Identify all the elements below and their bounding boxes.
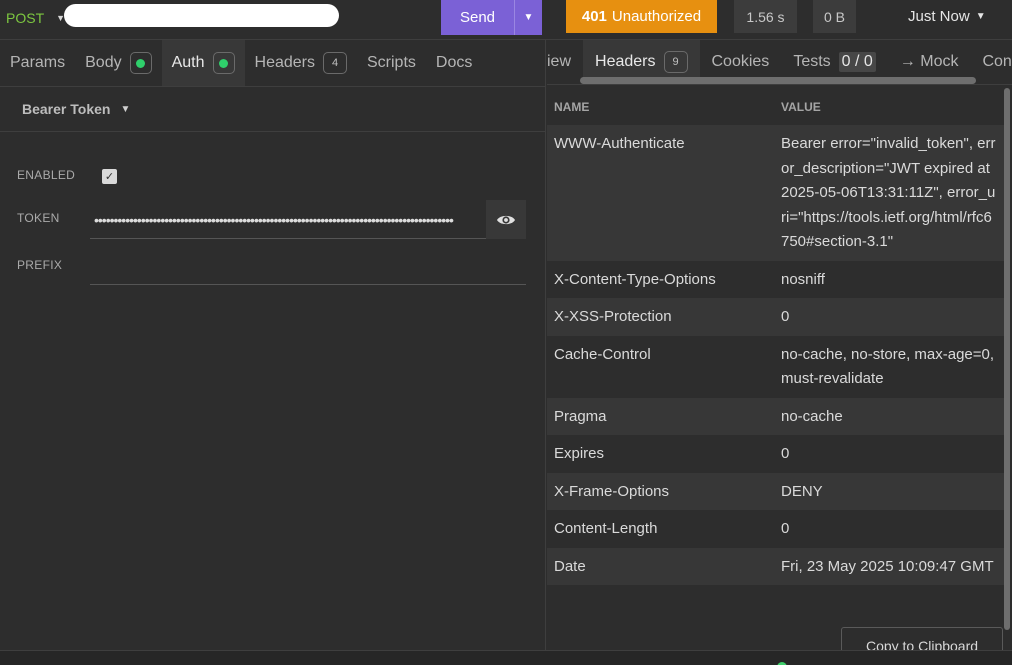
response-time-badge: 1.56 s [734, 0, 797, 33]
table-row: Expires 0 [547, 435, 1004, 473]
token-input[interactable]: ••••••••••••••••••••••••••••••••••••••••… [90, 206, 486, 239]
table-row: Cache-Control no-cache, no-store, max-age… [547, 336, 1004, 398]
chevron-down-icon: ▼ [120, 103, 131, 115]
count-badge: 4 [323, 52, 347, 74]
auth-type-label: Bearer Token [22, 101, 111, 117]
history-dropdown[interactable]: Just Now ▼ [908, 8, 986, 25]
enabled-label: ENABLED [17, 168, 76, 182]
send-label: Send [459, 9, 496, 26]
tab-headers[interactable]: Headers 4 [245, 40, 357, 86]
enabled-checkbox[interactable]: ✓ [102, 169, 117, 184]
tab-label: Cookies [711, 53, 770, 70]
tab-label: Params [10, 54, 66, 71]
active-indicator-icon [129, 52, 152, 74]
status-bar [0, 650, 1012, 665]
tabs-scrollbar[interactable] [580, 77, 976, 84]
request-pane: Params Body Auth Headers 4 Scripts Docs … [0, 40, 546, 650]
method-label: POST [6, 10, 45, 26]
name-column-header: NAME [554, 99, 590, 114]
response-headers-table: NAME VALUE WWW-Authenticate Bearer error=… [547, 88, 1004, 585]
send-button[interactable]: Send ▼ [441, 0, 542, 35]
tab-params[interactable]: Params [0, 40, 75, 86]
table-body: WWW-Authenticate Bearer error="invalid_to… [547, 125, 1004, 585]
request-tabs: Params Body Auth Headers 4 Scripts Docs [0, 40, 545, 87]
eye-icon [497, 215, 515, 224]
header-value-cell: Bearer error="invalid_token", error_desc… [781, 135, 996, 250]
tab-label: Headers [254, 54, 315, 71]
table-row: Content-Length 0 [547, 510, 1004, 548]
tab-auth[interactable]: Auth [161, 40, 245, 86]
header-value-cell: 0 [781, 445, 790, 462]
header-value-cell: DENY [781, 482, 823, 500]
header-name-cell: Cache-Control [554, 345, 651, 363]
tab-label: iew [547, 53, 572, 70]
url-input[interactable] [64, 4, 339, 27]
header-value-cell: nosniff [781, 270, 825, 288]
header-value-cell: 0 [781, 520, 790, 537]
header-name-cell: X-Frame-Options [554, 482, 670, 500]
header-name-cell: Content-Length [554, 520, 658, 537]
chevron-down-icon: ▼ [975, 11, 986, 22]
token-label: TOKEN [17, 211, 60, 225]
table-row: Pragma no-cache [547, 397, 1004, 435]
tab-preview[interactable]: iew [547, 40, 583, 84]
tab-body[interactable]: Body [75, 40, 161, 86]
tab-label: Con [982, 53, 1012, 70]
response-size-badge: 0 B [813, 0, 856, 33]
count-badge: 9 [663, 51, 688, 73]
header-name-cell: Date [554, 557, 586, 575]
status-code: 401 [581, 8, 607, 25]
header-name-cell: X-Content-Type-Options [554, 270, 716, 288]
header-value-cell: 0 [781, 308, 790, 325]
header-value-cell: no-cache [781, 407, 843, 425]
auth-type-dropdown[interactable]: Bearer Token ▼ [0, 87, 545, 132]
status-badge: 401 Unauthorized [566, 0, 717, 33]
header-name-cell: Pragma [554, 407, 607, 425]
tab-label: Body [85, 54, 122, 71]
header-value-cell: Fri, 23 May 2025 10:09:47 GMT [781, 557, 994, 575]
table-row: WWW-Authenticate Bearer error="invalid_to… [547, 125, 1004, 261]
response-pane: iew Headers 9 Cookies Tests 0 / 0 → Mock… [547, 40, 1012, 661]
tab-label: Scripts [367, 54, 416, 71]
tab-label: Tests [793, 53, 831, 70]
prefix-label: PREFIX [17, 258, 63, 272]
tab-label: → Mock [899, 53, 959, 70]
tests-count: 0 / 0 [838, 52, 876, 72]
tab-scripts[interactable]: Scripts [357, 40, 426, 86]
tab-label: Headers [595, 53, 656, 70]
active-indicator-icon [212, 52, 235, 74]
prefix-input[interactable] [90, 254, 526, 285]
status-text: Unauthorized [611, 8, 702, 25]
header-value-cell: no-cache, no-store, max-age=0, must-reva… [781, 345, 995, 388]
method-dropdown[interactable]: POST ▼ [6, 10, 65, 26]
value-column-header: VALUE [781, 99, 821, 114]
history-label: Just Now [908, 8, 970, 25]
tab-console[interactable]: Con [970, 40, 1012, 84]
vertical-scrollbar[interactable] [1004, 88, 1010, 630]
top-toolbar: POST ▼ Send ▼ 401 Unauthorized 1.56 s 0 … [0, 0, 1012, 40]
header-name-cell: WWW-Authenticate [554, 135, 685, 152]
check-icon: ✓ [104, 171, 115, 183]
table-row: X-Frame-Options DENY [547, 472, 1004, 510]
table-row: X-XSS-Protection 0 [547, 298, 1004, 336]
table-row: X-Content-Type-Options nosniff [547, 261, 1004, 299]
header-name-cell: X-XSS-Protection [554, 308, 672, 325]
table-row: Date Fri, 23 May 2025 10:09:47 GMT [547, 547, 1004, 585]
header-name-cell: Expires [554, 445, 605, 462]
toggle-visibility-button[interactable] [486, 200, 526, 239]
tab-label: Auth [171, 54, 205, 71]
chevron-down-icon[interactable]: ▼ [515, 12, 542, 23]
table-header: NAME VALUE [547, 88, 1004, 125]
tab-docs[interactable]: Docs [426, 40, 482, 86]
tab-label: Docs [435, 54, 473, 71]
